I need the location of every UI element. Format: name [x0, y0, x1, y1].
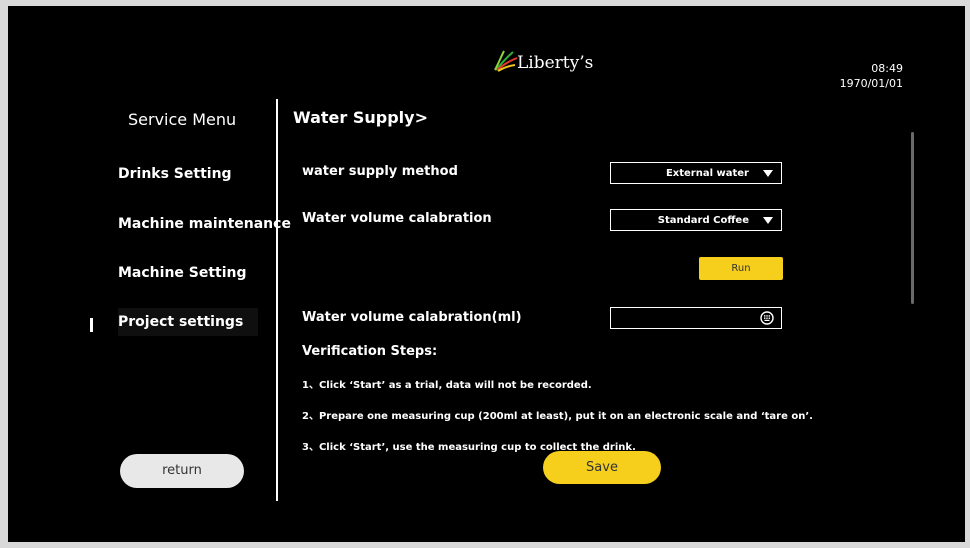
return-button[interactable]: return: [120, 454, 244, 488]
sidebar-divider: [276, 99, 278, 501]
brand-logo: Liberty’s: [493, 50, 593, 72]
clock-time: 08:49: [871, 62, 903, 75]
supply-method-value: External water: [665, 167, 749, 179]
verification-step-2: 2、Prepare one measuring cup (200ml at le…: [302, 411, 813, 422]
volume-ml-label: Water volume calabration(ml): [302, 310, 522, 325]
supply-method-select[interactable]: External water: [610, 162, 782, 184]
run-button[interactable]: Run: [699, 257, 783, 280]
sidebar-item-project-settings[interactable]: Project settings: [118, 308, 258, 336]
clock-date: 1970/01/01: [839, 77, 903, 90]
sidebar-item-machine-setting[interactable]: Machine Setting: [118, 259, 247, 287]
volume-ml-input[interactable]: [610, 307, 782, 329]
sidebar-item-drinks-setting[interactable]: Drinks Setting: [118, 160, 232, 188]
verification-step-1: 1、Click ‘Start’ as a trial, data will no…: [302, 380, 592, 391]
volume-calibration-select[interactable]: Standard Coffee: [610, 209, 782, 231]
chevron-down-icon: [763, 216, 773, 224]
page-title: Water Supply>: [293, 108, 428, 127]
keypad-icon[interactable]: [760, 311, 774, 325]
clock: 08:49 1970/01/01: [840, 61, 903, 91]
verification-title: Verification Steps:: [302, 344, 438, 359]
sidebar-item-machine-maintenance[interactable]: Machine maintenance: [118, 210, 291, 238]
supply-method-label: water supply method: [302, 164, 458, 179]
volume-calibration-value: Standard Coffee: [657, 214, 749, 226]
leaf-icon: [494, 50, 518, 72]
brand-name: Liberty’s: [517, 53, 594, 73]
scrollbar[interactable]: [911, 132, 914, 304]
sidebar-title: Service Menu: [128, 110, 237, 129]
save-button[interactable]: Save: [543, 451, 661, 484]
active-item-marker: [90, 318, 93, 332]
app-screen: Liberty’s 08:49 1970/01/01 Service Menu …: [8, 6, 965, 542]
volume-calibration-label: Water volume calabration: [302, 211, 492, 226]
chevron-down-icon: [763, 169, 773, 177]
